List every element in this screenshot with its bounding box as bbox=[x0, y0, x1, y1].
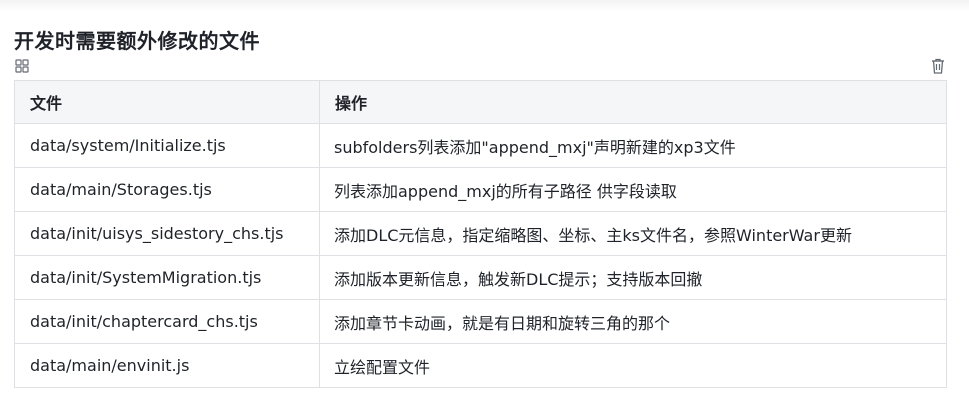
action-cell[interactable]: 添加DLC元信息，指定缩略图、坐标、主ks文件名，参照WinterWar更新 bbox=[319, 211, 947, 256]
file-path-cell[interactable]: data/init/chaptercard_chs.tjs bbox=[14, 299, 320, 344]
table-row: data/init/SystemMigration.tjs 添加版本更新信息，触… bbox=[14, 255, 947, 300]
files-table: 文件 操作 data/system/Initialize.tjs subfold… bbox=[14, 80, 947, 388]
table-row: data/init/chaptercard_chs.tjs 添加章节卡动画，就是… bbox=[14, 299, 947, 344]
top-divider bbox=[0, 0, 969, 12]
grid-icon[interactable] bbox=[14, 58, 30, 74]
table-row: data/init/uisys_sidestory_chs.tjs 添加DLC元… bbox=[14, 211, 947, 256]
column-header-file: 文件 bbox=[14, 80, 320, 124]
table-row: data/system/Initialize.tjs subfolders列表添… bbox=[14, 123, 947, 168]
table-header-row: 文件 操作 bbox=[14, 80, 947, 124]
table-row: data/main/Storages.tjs 列表添加append_mxj的所有… bbox=[14, 167, 947, 212]
document-page: 开发时需要额外修改的文件 文件 操作 data/system/Initializ… bbox=[0, 0, 969, 408]
action-cell[interactable]: 立绘配置文件 bbox=[319, 343, 947, 388]
file-path-cell[interactable]: data/system/Initialize.tjs bbox=[14, 123, 320, 168]
file-path-cell[interactable]: data/init/uisys_sidestory_chs.tjs bbox=[14, 211, 320, 256]
action-cell[interactable]: subfolders列表添加"append_mxj"声明新建的xp3文件 bbox=[319, 123, 947, 168]
trash-icon[interactable] bbox=[930, 57, 946, 75]
file-path-cell[interactable]: data/main/envinit.js bbox=[14, 343, 320, 388]
table-row: data/main/envinit.js 立绘配置文件 bbox=[14, 343, 947, 388]
action-cell[interactable]: 添加版本更新信息，触发新DLC提示；支持版本回撤 bbox=[319, 255, 947, 300]
file-path-cell[interactable]: data/main/Storages.tjs bbox=[14, 167, 320, 212]
action-cell[interactable]: 添加章节卡动画，就是有日期和旋转三角的那个 bbox=[319, 299, 947, 344]
file-path-cell[interactable]: data/init/SystemMigration.tjs bbox=[14, 255, 320, 300]
column-header-action: 操作 bbox=[319, 80, 947, 124]
action-cell[interactable]: 列表添加append_mxj的所有子路径 供字段读取 bbox=[319, 167, 947, 212]
section-heading: 开发时需要额外修改的文件 bbox=[14, 29, 260, 53]
